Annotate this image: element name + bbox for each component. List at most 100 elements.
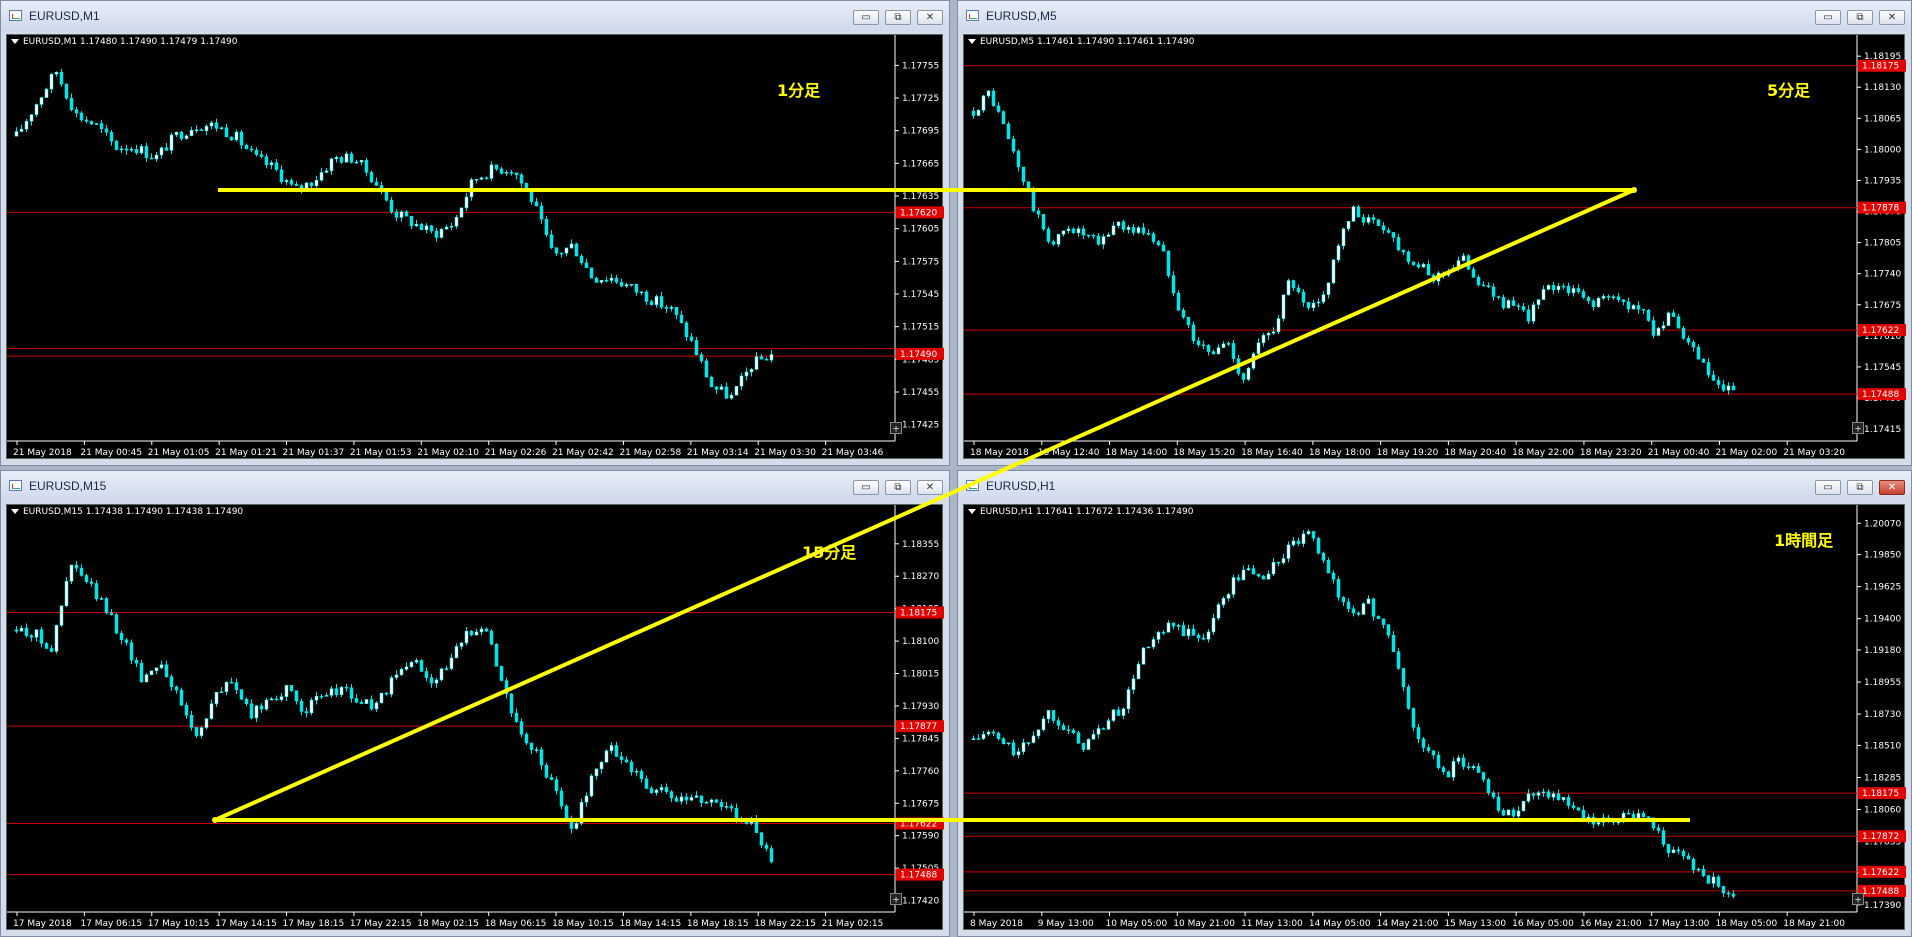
candle-body (1281, 294, 1286, 319)
candle-body (1531, 793, 1536, 796)
dropdown-triangle-icon[interactable] (968, 39, 976, 44)
minimize-icon[interactable]: ▭ (853, 10, 879, 25)
candle-body (1506, 300, 1511, 309)
candle-body (254, 705, 259, 719)
candle-body (1616, 296, 1621, 301)
dropdown-triangle-icon[interactable] (968, 509, 976, 514)
dropdown-triangle-icon[interactable] (11, 39, 19, 44)
x-tick-label: 17 May 13:00 (1648, 919, 1710, 929)
candle-body (189, 130, 194, 137)
candle-body (594, 277, 599, 283)
restore-icon[interactable]: ⧉ (885, 480, 911, 495)
candle-body (599, 762, 604, 770)
minimize-icon[interactable]: ▭ (1815, 480, 1841, 495)
candle-body (1151, 233, 1156, 242)
candle-body (1196, 340, 1201, 346)
chart-plot-area[interactable]: 1.183551.182701.181851.181001.180151.179… (6, 504, 944, 930)
candle-body (1611, 818, 1616, 823)
candle-body (534, 749, 539, 751)
candle-body (1181, 625, 1186, 637)
candle-body (1251, 353, 1256, 369)
candle-body (499, 666, 504, 681)
candle-body (184, 135, 189, 139)
chart-window-m15[interactable]: EURUSD,M15 ▭ ⧉ ✕ 1.183551.182701.181851.… (0, 470, 950, 937)
x-tick-label: 18 May 21:00 (1783, 919, 1845, 929)
candle-body (214, 122, 219, 129)
chart-window-icon (9, 10, 22, 21)
candle-body (339, 686, 344, 695)
candle-body (1441, 272, 1446, 276)
candle-body (1246, 568, 1251, 571)
titlebar[interactable]: EURUSD,M5 ▭ ⧉ ✕ (958, 1, 1911, 31)
close-icon[interactable]: ✕ (917, 10, 943, 25)
y-tick-label: 1.19625 (1864, 583, 1901, 593)
candle-body (514, 712, 519, 722)
minimize-icon[interactable]: ▭ (1815, 10, 1841, 25)
candle-body (139, 662, 144, 683)
candle-body (14, 131, 19, 137)
candle-body (604, 280, 609, 282)
candle-body (1221, 598, 1226, 605)
chart-window-m1[interactable]: EURUSD,M1 ▭ ⧉ ✕ 1.17755 1.17725 1.17695 1.1… (0, 0, 950, 466)
chart-plot-area[interactable]: 1.18195 1.18130 1.18065 1.18000 1.17935 1.178… (963, 34, 1906, 459)
candle-body (269, 698, 274, 701)
plus-icon[interactable]: + (1852, 422, 1864, 434)
chart-window-m5[interactable]: EURUSD,M5 ▭ ⧉ ✕ 1.18195 1.18130 1.18065 1.1… (957, 0, 1912, 466)
restore-icon[interactable]: ⧉ (1847, 10, 1873, 25)
y-tick-label: 1.19850 (1864, 551, 1901, 561)
candle-body (39, 629, 44, 644)
x-tick-label: 18 May 18:00 (1309, 448, 1371, 458)
titlebar[interactable]: EURUSD,M1 ▭ ⧉ ✕ (1, 1, 949, 31)
close-icon[interactable]: ✕ (917, 480, 943, 495)
candle-body (634, 284, 639, 293)
dropdown-triangle-icon[interactable] (11, 509, 19, 514)
candle-body (1556, 285, 1561, 291)
chart-window-h1[interactable]: EURUSD,H1 ▭ ⧉ ✕ 1.20070 1.19850 1.19625 1.1… (957, 470, 1912, 937)
candle-body (454, 646, 459, 659)
x-tick-label: 18 May 05:00 (1715, 919, 1777, 929)
candle-body (1431, 750, 1436, 756)
candle-body (249, 703, 254, 719)
x-tick-label: 21 May 01:53 (350, 448, 412, 458)
restore-icon[interactable]: ⧉ (885, 10, 911, 25)
candle-body (474, 179, 479, 181)
candle-body (1056, 720, 1061, 726)
titlebar[interactable]: EURUSD,M15 ▭ ⧉ ✕ (1, 471, 949, 501)
minimize-icon[interactable]: ▭ (853, 480, 879, 495)
close-icon[interactable]: ✕ (1879, 480, 1905, 495)
candle-body (1231, 577, 1236, 595)
x-tick-label: 14 May 21:00 (1377, 919, 1439, 929)
candle-body (489, 630, 494, 645)
candle-body (469, 179, 474, 198)
close-icon[interactable]: ✕ (1879, 10, 1905, 25)
candle-body (679, 796, 684, 802)
plus-icon[interactable]: + (890, 893, 902, 905)
plus-icon[interactable]: + (1852, 893, 1864, 905)
candle-body (484, 628, 489, 632)
x-tick-label: 21 May 02:15 (822, 919, 884, 929)
restore-icon[interactable]: ⧉ (1847, 480, 1873, 495)
candle-body (1156, 632, 1161, 640)
x-tick-label: 11 May 13:00 (1241, 919, 1303, 929)
plus-icon[interactable]: + (890, 422, 902, 434)
x-tick-label: 10 May 05:00 (1106, 919, 1168, 929)
candle-body (744, 371, 749, 377)
candle-body (44, 88, 49, 98)
candle-body (19, 128, 24, 132)
candle-body (314, 180, 319, 187)
candle-body (49, 648, 54, 652)
titlebar[interactable]: EURUSD,H1 ▭ ⧉ ✕ (958, 471, 1911, 501)
candle-body (759, 832, 764, 846)
candle-body (29, 635, 34, 638)
chart-plot-area[interactable]: 1.17755 1.17725 1.17695 1.17665 1.17635 1.176… (6, 34, 944, 459)
candle-body (1346, 221, 1351, 230)
candle-body (1656, 327, 1661, 336)
candle-body (369, 699, 374, 710)
candle-body (1521, 306, 1526, 311)
price-label: 1.17622 (1862, 326, 1899, 336)
candle-body (1301, 533, 1306, 544)
candle-body (1456, 260, 1461, 269)
candle-body (239, 131, 244, 146)
chart-plot-area[interactable]: 1.20070 1.19850 1.19625 1.19400 1.19180 1.189… (963, 504, 1906, 930)
candle-body (69, 564, 74, 582)
